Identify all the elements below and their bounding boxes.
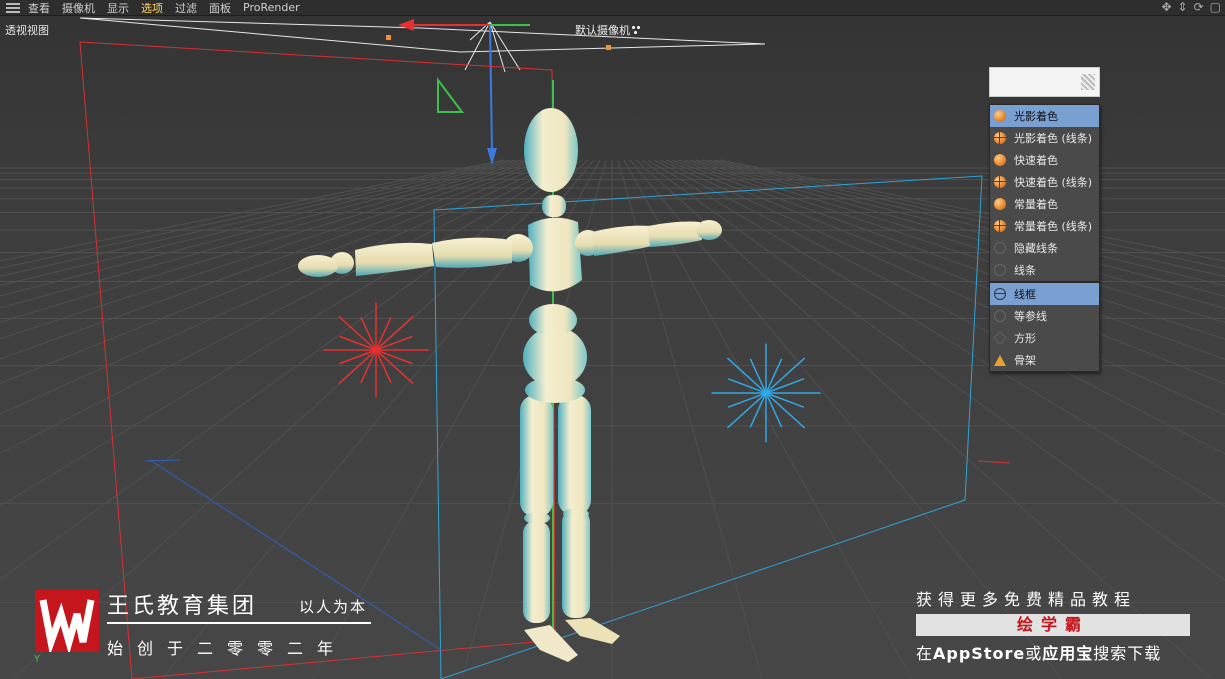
blue-light-icon[interactable] bbox=[711, 343, 821, 443]
frustum-handle[interactable] bbox=[386, 35, 391, 40]
viewport-menubar: 查看 摄像机 显示 选项 过滤 面板 ProRender ✥ ⇕ ⟳ ▢ bbox=[0, 0, 1225, 16]
divider-line bbox=[107, 622, 371, 624]
menu-item-quick-shading-lines[interactable]: 快速着色 (线条) bbox=[990, 171, 1099, 193]
y-axis-label: Y bbox=[34, 654, 41, 665]
quick-shading-lines-icon bbox=[994, 176, 1006, 188]
axis-gizmo[interactable] bbox=[398, 19, 530, 165]
menu-item-quick-shading[interactable]: 快速着色 bbox=[990, 149, 1099, 171]
red-light-icon[interactable] bbox=[323, 302, 429, 398]
hidden-line-icon bbox=[994, 242, 1006, 254]
dolly-view-icon[interactable]: ⇕ bbox=[1178, 0, 1188, 15]
grip-icon bbox=[1081, 74, 1095, 90]
quick-shading-icon bbox=[994, 154, 1006, 166]
menu-options[interactable]: 选项 bbox=[141, 0, 163, 16]
camera-name-text: 默认摄像机 bbox=[575, 24, 630, 37]
red-plane-outline bbox=[79, 41, 556, 679]
rotate-view-icon[interactable]: ⟳ bbox=[1194, 0, 1204, 15]
menu-filter[interactable]: 过滤 bbox=[175, 0, 197, 16]
company-name: 王氏教育集团 bbox=[107, 594, 258, 619]
founded-text: 始创于二零零二年 bbox=[107, 639, 348, 658]
frustum-handle[interactable] bbox=[606, 45, 611, 50]
view-nav-icons: ✥ ⇕ ⟳ ▢ bbox=[1161, 0, 1221, 15]
menu-item-hidden-line[interactable]: 隐藏线条 bbox=[990, 237, 1099, 259]
constant-shading-icon bbox=[994, 198, 1006, 210]
menu-panel[interactable]: 面板 bbox=[209, 0, 231, 16]
menu-item-isoparms[interactable]: 等参线 bbox=[990, 305, 1099, 327]
view-name-label: 透视视图 bbox=[5, 24, 49, 37]
menu-item-constant-shading-lines[interactable]: 常量着色 (线条) bbox=[990, 215, 1099, 237]
menu-display[interactable]: 显示 bbox=[107, 0, 129, 16]
display-mode-menu: 线框 等参线 方形 骨架 bbox=[989, 282, 1100, 372]
dropdown-header[interactable] bbox=[989, 67, 1100, 97]
box-icon bbox=[993, 331, 1007, 345]
move-view-icon[interactable]: ✥ bbox=[1161, 0, 1171, 15]
hamburger-menu-icon[interactable] bbox=[6, 2, 20, 13]
shaded-sphere-icon bbox=[994, 110, 1006, 122]
download-text: 在AppStore或应用宝搜索下载 bbox=[916, 644, 1162, 663]
maximize-view-icon[interactable]: ▢ bbox=[1210, 0, 1221, 15]
menu-cameras[interactable]: 摄像机 bbox=[62, 0, 95, 16]
shaded-lines-sphere-icon bbox=[994, 132, 1006, 144]
constant-shading-lines-icon bbox=[994, 220, 1006, 232]
menu-item-box[interactable]: 方形 bbox=[990, 327, 1099, 349]
camera-frustum bbox=[79, 17, 766, 73]
w-logo-icon bbox=[39, 599, 95, 656]
menu-item-constant-shading[interactable]: 常量着色 bbox=[990, 193, 1099, 215]
camera-icon bbox=[632, 25, 642, 35]
more-tutorials-text: 获得更多免费精品教程 bbox=[916, 590, 1137, 609]
shading-mode-menu: 光影着色 光影着色 (线条) 快速着色 快速着色 (线条) 常量着色 常量着色 … bbox=[989, 104, 1100, 282]
app-brand-bar: 绘学霸 bbox=[916, 614, 1190, 636]
menu-item-wireframe[interactable]: 线框 bbox=[990, 283, 1099, 305]
menu-view[interactable]: 查看 bbox=[28, 0, 50, 16]
mannequin-figure[interactable] bbox=[298, 80, 722, 662]
menu-item-gouraud-shading-lines[interactable]: 光影着色 (线条) bbox=[990, 127, 1099, 149]
menu-prorender[interactable]: ProRender bbox=[243, 1, 300, 14]
menu-item-lines[interactable]: 线条 bbox=[990, 259, 1099, 281]
isoparms-icon bbox=[994, 310, 1006, 322]
lines-icon bbox=[994, 264, 1006, 276]
menu-item-skeleton[interactable]: 骨架 bbox=[990, 349, 1099, 371]
promo-watermark: 获得更多免费精品教程 绘学霸 在AppStore或应用宝搜索下载 bbox=[916, 586, 1190, 664]
skeleton-icon bbox=[994, 354, 1006, 366]
company-slogan: 以人为本 bbox=[299, 598, 368, 616]
menu-item-gouraud-shading[interactable]: 光影着色 bbox=[990, 105, 1099, 127]
wireframe-icon bbox=[994, 288, 1006, 300]
camera-name-label[interactable]: 默认摄像机 bbox=[575, 22, 642, 38]
brand-logo bbox=[35, 590, 99, 656]
